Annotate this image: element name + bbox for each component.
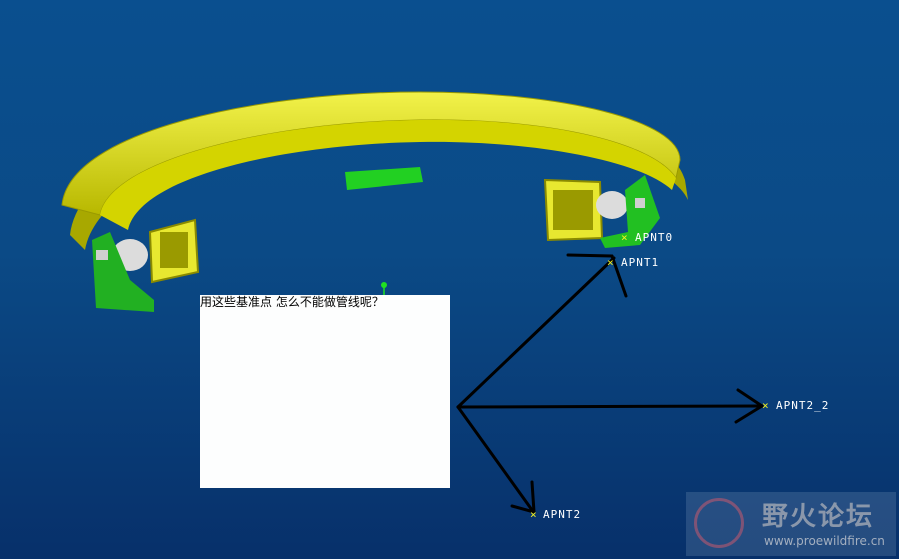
green-pin-head bbox=[381, 282, 387, 288]
arrow-to-apnt2 bbox=[456, 405, 534, 512]
arrowhead-apnt2-2-b bbox=[734, 404, 764, 424]
arrow-to-apnt1 bbox=[456, 256, 616, 409]
model-viewport[interactable]: × APNT0 × APNT1 × APNT2_2 × APNT2 用这些基准点… bbox=[0, 0, 899, 559]
ring-left-hollow bbox=[160, 232, 188, 268]
arrowhead-apnt2-2-a bbox=[736, 388, 764, 408]
datum-label-apnt0[interactable]: APNT0 bbox=[635, 232, 673, 244]
datum-label-apnt2-2[interactable]: APNT2_2 bbox=[776, 400, 829, 412]
arrowhead-apnt1-a bbox=[566, 253, 614, 258]
note-box: 用这些基准点 怎么不能做管线呢？ bbox=[200, 295, 450, 488]
datum-point-marker-apnt0[interactable]: × bbox=[621, 232, 628, 244]
forum-watermark: 野火论坛 www.proewildfire.cn bbox=[686, 492, 896, 556]
watermark-title: 野火论坛 bbox=[762, 502, 875, 532]
left-bolt bbox=[96, 250, 108, 260]
center-green-plate bbox=[345, 167, 423, 190]
datum-label-apnt2[interactable]: APNT2 bbox=[543, 509, 581, 521]
right-roller bbox=[596, 191, 628, 219]
arrow-to-apnt2-2 bbox=[456, 404, 764, 409]
datum-label-apnt1[interactable]: APNT1 bbox=[621, 257, 659, 269]
annotation-arrows bbox=[456, 253, 764, 514]
right-bolt bbox=[635, 198, 645, 208]
forum-logo-icon bbox=[694, 498, 744, 548]
datum-point-marker-apnt2[interactable]: × bbox=[530, 509, 537, 521]
note-text: 用这些基准点 怎么不能做管线呢？ bbox=[200, 295, 384, 309]
watermark-url: www.proewildfire.cn bbox=[764, 534, 885, 548]
ring-right-hollow bbox=[553, 190, 593, 230]
datum-point-marker-apnt1[interactable]: × bbox=[607, 257, 614, 269]
datum-point-marker-apnt2-2[interactable]: × bbox=[762, 400, 769, 412]
